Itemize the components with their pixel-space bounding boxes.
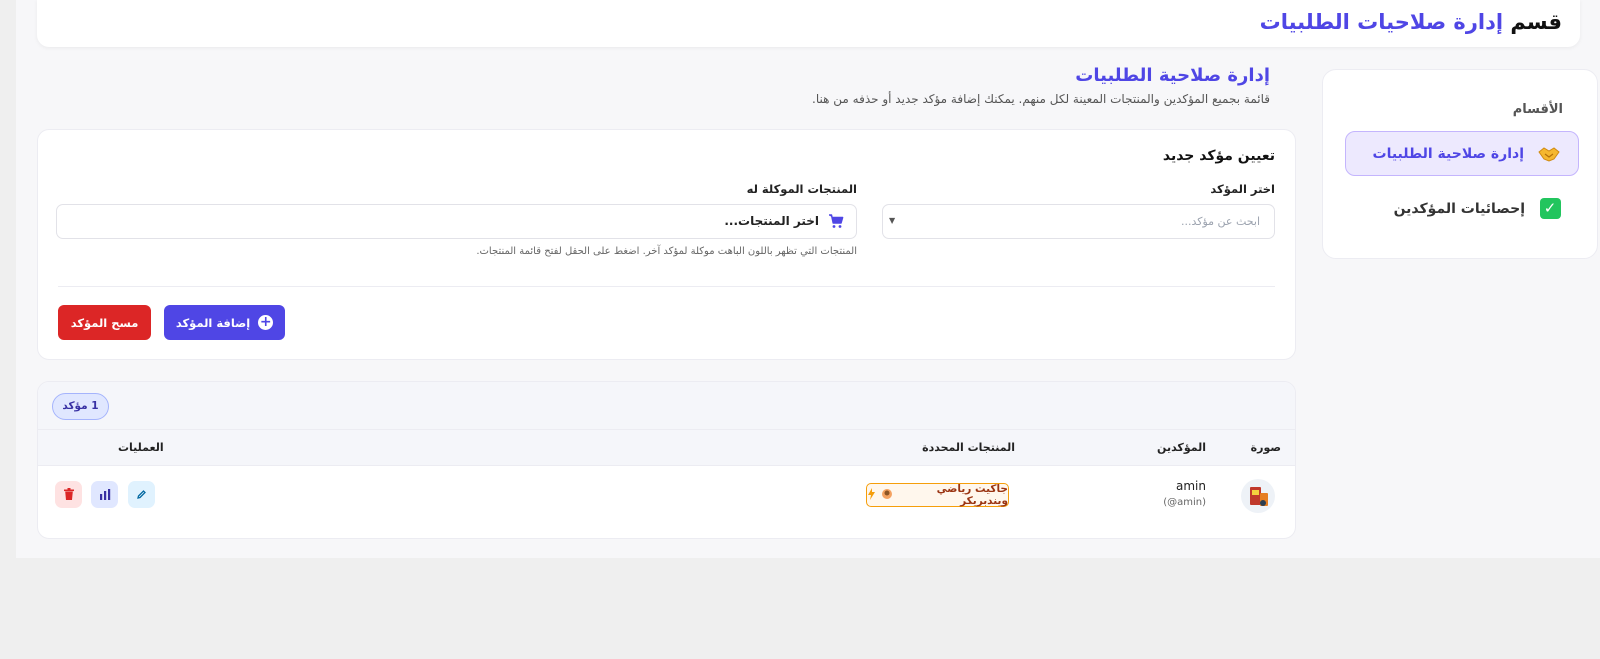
- table-header: صورة المؤكدين المنتجات المحددة العمليات: [38, 430, 1295, 466]
- assign-confirmer-card: تعيين مؤكد جديد اختر المؤكد ابحث عن مؤكد…: [37, 129, 1296, 360]
- column-header-confirmers: المؤكدين: [1157, 441, 1206, 454]
- section-title: قسم إدارة صلاحيات الطلبيات: [1260, 10, 1562, 34]
- section-title-prefix: قسم: [1510, 10, 1562, 34]
- jacket-icon: [881, 488, 893, 503]
- add-confirmer-label: إضافة المؤكد: [175, 315, 251, 330]
- products-label: المنتجات الموكلة له: [746, 182, 857, 196]
- confirmer-handle: (amin@): [1163, 497, 1206, 508]
- confirmer-select[interactable]: ابحث عن مؤكد... ▼: [882, 204, 1275, 239]
- cart-icon: [828, 213, 844, 229]
- column-header-products: المنتجات المحددة: [922, 441, 1015, 454]
- clear-confirmer-button[interactable]: مسح المؤكد: [58, 305, 151, 340]
- product-tag: جاكيت رياضي ويندبريكر: [866, 483, 1009, 507]
- confirmers-count-badge: 1 مؤكد: [52, 393, 109, 420]
- assign-card-title: تعيين مؤكد جديد: [1162, 148, 1275, 164]
- delete-button[interactable]: [55, 481, 82, 508]
- product-tag-label: جاكيت رياضي ويندبريكر: [936, 483, 1008, 507]
- top-header: قسم إدارة صلاحيات الطلبيات: [37, 0, 1580, 47]
- form-divider: [58, 286, 1275, 287]
- page-description: قائمة بجميع المؤكدين والمنتجات المعينة ل…: [812, 92, 1270, 106]
- sidebar-heading: الأقسام: [1512, 102, 1563, 117]
- sidebar-item-confirmers-stats[interactable]: ✓ إحصائيات المؤكدين: [1345, 186, 1579, 231]
- bar-chart-icon: [99, 485, 111, 504]
- table-toolbar: 1 مؤكد: [38, 382, 1295, 430]
- table-row: amin (amin@) جاكيت رياضي ويندبريكر: [38, 466, 1295, 524]
- plus-circle-icon: +: [258, 314, 274, 330]
- avatar: [1241, 479, 1275, 513]
- sidebar-item-orders-permissions[interactable]: إدارة صلاحية الطلبيات: [1345, 131, 1579, 176]
- confirmers-table-card: 1 مؤكد صورة المؤكدين المنتجات المحددة ال…: [37, 381, 1296, 539]
- stats-button[interactable]: [91, 481, 118, 508]
- add-confirmer-button[interactable]: + إضافة المؤكد: [164, 305, 285, 340]
- sections-sidebar: الأقسام إدارة صلاحية الطلبيات ✓ إحصائيات…: [1322, 69, 1598, 259]
- sidebar-item-label: إحصائيات المؤكدين: [1393, 200, 1525, 217]
- confirmer-label: اختر المؤكد: [1210, 182, 1275, 196]
- bolt-icon: [867, 487, 876, 503]
- handshake-icon: [1538, 143, 1560, 165]
- confirmer-name: amin: [1176, 479, 1206, 493]
- products-helper-text: المنتجات التي تظهر باللون الباهت موكلة ل…: [476, 246, 857, 257]
- trash-icon: [63, 485, 74, 504]
- pencil-icon: [136, 485, 147, 504]
- column-header-actions: العمليات: [118, 441, 164, 454]
- products-select-value: اختر المنتجات...: [724, 214, 819, 228]
- sidebar-item-label: إدارة صلاحية الطلبيات: [1372, 145, 1524, 162]
- column-header-photo: صورة: [1250, 441, 1281, 454]
- clear-confirmer-label: مسح المؤكد: [70, 315, 139, 330]
- check-box-icon: ✓: [1539, 198, 1561, 220]
- edit-button[interactable]: [128, 481, 155, 508]
- page-title: إدارة صلاحية الطلبيات: [1075, 65, 1270, 86]
- section-title-accent: إدارة صلاحيات الطلبيات: [1259, 10, 1504, 34]
- confirmer-search-placeholder: ابحث عن مؤكد...: [1180, 215, 1260, 228]
- products-select[interactable]: اختر المنتجات...: [56, 204, 857, 239]
- chevron-down-icon: ▼: [889, 216, 896, 225]
